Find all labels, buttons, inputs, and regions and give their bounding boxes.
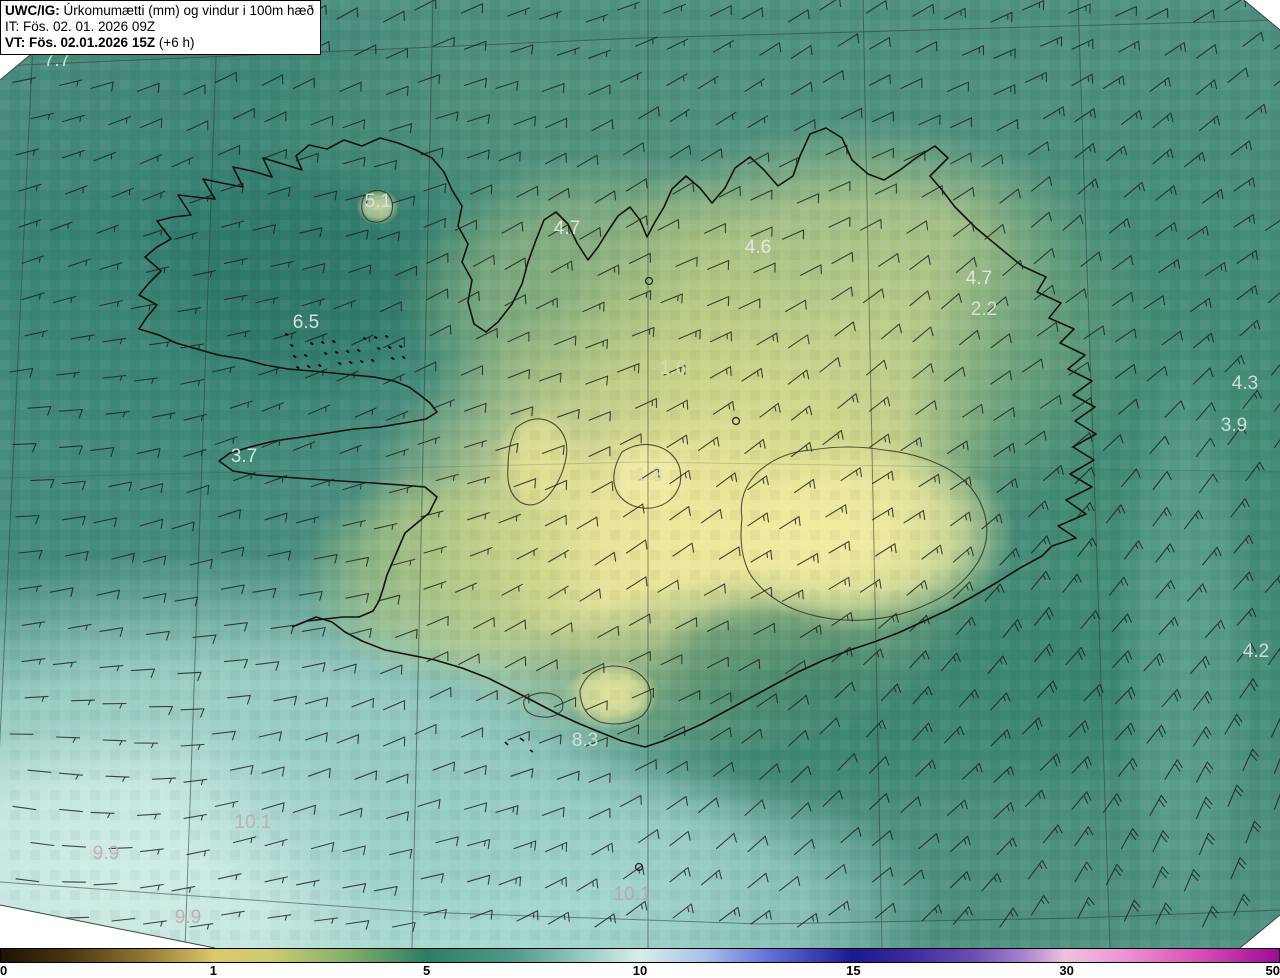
colorbar: 0 1 5 10 15 30 50 <box>0 948 1280 978</box>
colorbar-tick: 15 <box>846 963 861 978</box>
map-value-label: 9.9 <box>175 907 201 928</box>
map-value-label: 8.3 <box>572 730 598 751</box>
weather-map-screen: 7.7 5.1 4.7 4.6 4.7 2.2 6.5 1.6 4.3 3.9 3.7 1.3 4.2 8… <box>0 0 1280 978</box>
colorbar-tick: 1 <box>209 963 217 978</box>
map-value-label: 9.9 <box>93 843 119 864</box>
map-value-label: 4.2 <box>1243 641 1269 662</box>
map-value-label: 6.5 <box>293 312 319 333</box>
product-title-line: UWC/IG: Úrkomumætti (mm) og vindur i 100… <box>5 3 314 19</box>
map-value-label: 4.6 <box>745 237 771 258</box>
map-value-label: 10.1 <box>235 812 272 833</box>
map-value-label: 10.1 <box>614 884 651 905</box>
map-value-label: 4.3 <box>1232 373 1258 394</box>
model-id: UWC/IG: <box>5 3 60 18</box>
init-time-line: IT: Fös. 02. 01. 2026 09Z <box>5 19 156 34</box>
colorbar-tick: 10 <box>632 963 648 978</box>
map-value-label: 3.7 <box>231 446 257 467</box>
map-value-label: 5.1 <box>365 191 391 212</box>
map-value-label: 1.6 <box>660 358 686 379</box>
map-value-label: 2.2 <box>971 299 997 320</box>
colorbar-tick: 0 <box>0 963 8 978</box>
map-value-label: 3.9 <box>1221 415 1247 436</box>
colorbar-tick: 50 <box>1265 963 1280 978</box>
colorbar-tick: 5 <box>423 963 431 978</box>
map-value-label: 4.7 <box>966 268 992 289</box>
map-value-label: 4.7 <box>554 218 580 239</box>
map-value-label: 1.3 <box>636 465 662 486</box>
colorbar-gradient <box>0 948 1280 963</box>
product-title: Úrkomumætti (mm) og vindur i 100m hæð <box>59 3 315 18</box>
title-box: UWC/IG: Úrkomumætti (mm) og vindur i 100… <box>0 0 322 55</box>
wind-barb <box>64 916 90 919</box>
weather-map-canvas: 7.75.14.74.64.72.26.51.64.33.93.71.34.28… <box>0 0 1280 948</box>
map-area: 7.7 5.1 4.7 4.6 4.7 2.2 6.5 1.6 4.3 3.9 3.7 1.3 4.2 8… <box>0 0 1280 948</box>
valid-time-line: VT: Fös. 02.01.2026 15Z (+6 h) <box>5 35 195 50</box>
colorbar-tick-labels: 0 1 5 10 15 30 50 <box>0 963 1280 978</box>
colorbar-tick: 30 <box>1059 963 1074 978</box>
